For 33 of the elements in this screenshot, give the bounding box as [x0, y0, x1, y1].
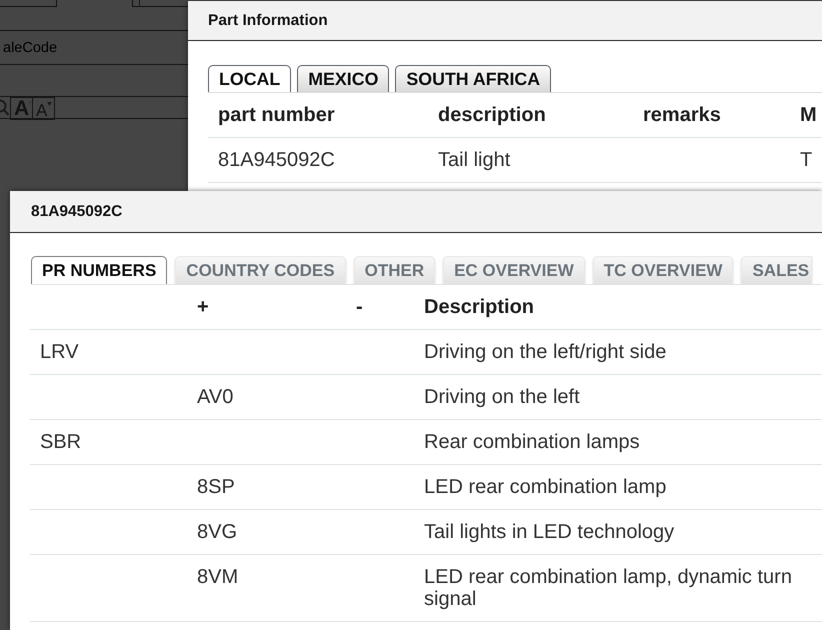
tab[interactable]: LOCAL [208, 65, 292, 92]
dialog-title: Part Information [208, 10, 328, 30]
table-cell: LED rear combination lamp [414, 464, 822, 510]
field-text: aleCode [3, 38, 58, 56]
column-header: M [790, 93, 822, 138]
tab[interactable]: MEXICO [297, 65, 390, 92]
table-cell: LRV [30, 330, 187, 374]
table-cell: Driving on the left [414, 374, 822, 420]
tab[interactable]: OTHER [354, 256, 436, 284]
tab[interactable]: SALES [741, 256, 812, 284]
tab[interactable]: SOUTH AFRICA [395, 65, 552, 92]
table-cell: 8SP [187, 464, 346, 510]
tab[interactable]: COUNTRY CODES [175, 256, 346, 284]
table-cell: 8VM [187, 554, 346, 622]
table-cell: 8VG [187, 510, 346, 554]
table-cell: AV0 [187, 374, 346, 420]
tab[interactable]: TC OVERVIEW [592, 256, 734, 284]
table-cell: T [790, 138, 822, 182]
table-cell: LED rear combination lamp, dynamic turn signal [414, 554, 822, 622]
table-cell: 81A945092C [208, 138, 428, 182]
table-cell: Tail light [428, 138, 633, 182]
tab[interactable]: EC OVERVIEW [443, 256, 585, 284]
table-cell: Rear combination lamps [414, 420, 822, 464]
column-header: Description [414, 285, 822, 330]
tab[interactable]: PR NUMBERS [31, 256, 168, 284]
table-cell: SBR [30, 420, 187, 464]
partial-button[interactable] [132, 0, 188, 7]
dialog-title: 81A945092C [31, 202, 122, 222]
partial-button[interactable] [0, 0, 57, 7]
table-cell: Tail lights in LED technology [414, 510, 822, 554]
caret-up-icon [29, 100, 31, 104]
caret-down-icon [47, 102, 52, 106]
table-cell: Driving on the left/right side [414, 330, 822, 374]
